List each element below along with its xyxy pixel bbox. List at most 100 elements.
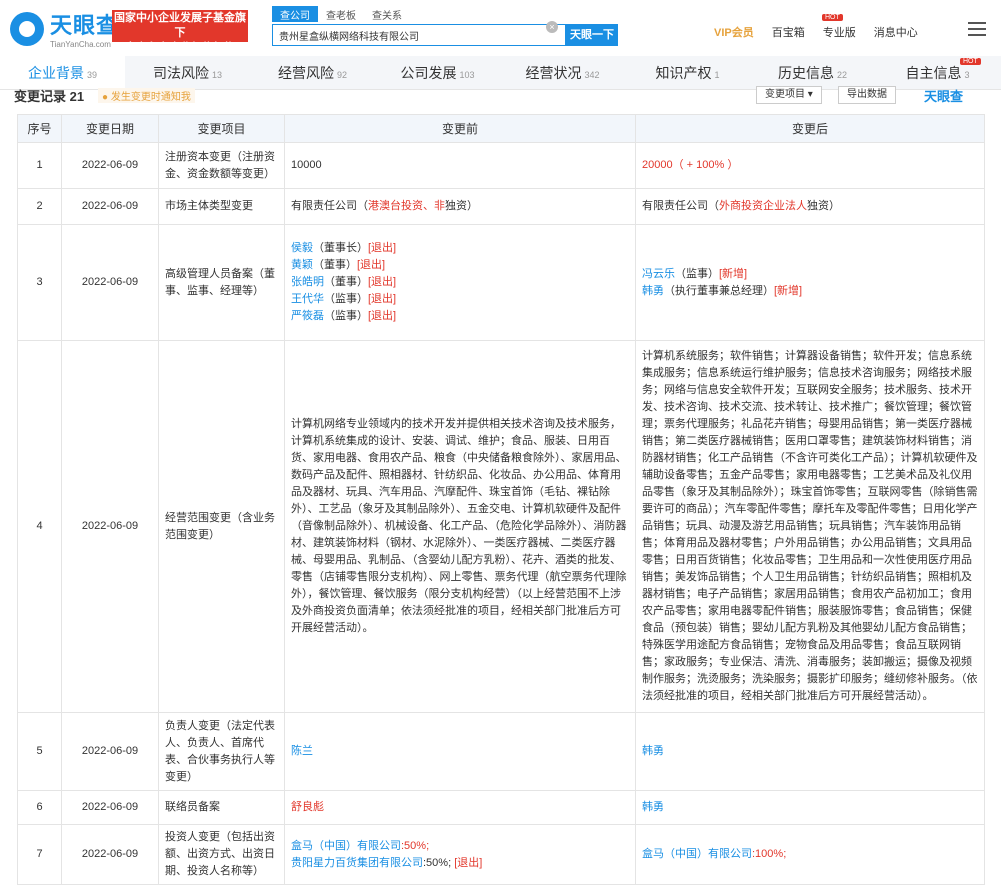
- site-logo[interactable]: 天眼查 TianYanCha.com: [10, 8, 119, 49]
- table-row: 1 2022-06-09 注册资本变更（注册资金、资金数额等变更） 10000 …: [17, 142, 985, 189]
- logo-eye-icon: [10, 11, 44, 46]
- row-item: 负责人变更（法定代表人、负责人、首席代表、合伙事务执行人等变更）: [158, 712, 285, 791]
- row-before: 侯毅（董事长）[退出] 黄颖（董事）[退出] 张皓明（董事）[退出] 王代华（监…: [284, 224, 636, 341]
- tab-operating-risk[interactable]: 经营风险 92: [250, 56, 375, 89]
- person-link[interactable]: 韩勇: [642, 745, 664, 757]
- row-after: 韩勇: [635, 790, 985, 825]
- row-no: 5: [17, 712, 62, 791]
- export-button[interactable]: 导出数据: [838, 86, 896, 104]
- row-date: 2022-06-09: [61, 224, 159, 341]
- top-right-links: VIP会员 百宝箱 专业版 消息中心: [714, 24, 936, 40]
- table-row: 6 2022-06-09 联络员备案 舒良彪 韩勇: [17, 790, 985, 825]
- badge-line-2: 官方备案企业征信机构: [125, 42, 235, 54]
- row-no: 4: [17, 340, 62, 713]
- company-link[interactable]: 盒马（中国）有限公司: [291, 840, 401, 852]
- row-before: 陈兰: [284, 712, 636, 791]
- search-input[interactable]: [272, 24, 566, 46]
- tab-operating-status[interactable]: 经营状况 342: [500, 56, 625, 89]
- row-before: 有限责任公司（港澳台投资、非独资）: [284, 188, 636, 225]
- table-header-row: 序号 变更日期 变更项目 变更前 变更后: [17, 114, 985, 143]
- row-after: 有限责任公司（外商投资企业法人独资）: [635, 188, 985, 225]
- row-item: 注册资本变更（注册资金、资金数额等变更）: [158, 142, 285, 189]
- row-no: 7: [17, 824, 62, 885]
- hot-badge: HOT: [822, 14, 843, 21]
- message-center-link[interactable]: 消息中心: [874, 24, 918, 40]
- tab-judicial-risk[interactable]: 司法风险 13: [125, 56, 250, 89]
- brand-watermark: 天眼查: [924, 89, 964, 104]
- person-link[interactable]: 陈兰: [291, 745, 313, 757]
- category-nav: 企业背景 39 司法风险 13 经营风险 92 公司发展 103 经营状况 342 知识产…: [0, 56, 1001, 90]
- row-no: 2: [17, 188, 62, 225]
- company-link[interactable]: 贵阳星力百货集团有限公司: [291, 857, 423, 869]
- person-link[interactable]: 严筱磊: [291, 310, 324, 322]
- search-tab-company[interactable]: 查公司: [272, 6, 318, 22]
- person-link[interactable]: 王代华: [291, 293, 324, 305]
- notify-toggle[interactable]: ● 发生变更时通知我: [98, 88, 195, 103]
- col-header-no: 序号: [17, 114, 62, 143]
- person-link[interactable]: 冯云乐: [642, 268, 675, 280]
- tab-enterprise-background[interactable]: 企业背景 39: [0, 56, 125, 89]
- row-date: 2022-06-09: [61, 340, 159, 713]
- row-date: 2022-06-09: [61, 790, 159, 825]
- company-link[interactable]: 盒马（中国）有限公司: [642, 848, 752, 860]
- row-before: 计算机网络专业领域内的技术开发并提供相关技术咨询及技术服务，计算机系统集成的设计…: [284, 340, 636, 713]
- section-title: 变更记录 21: [14, 89, 85, 104]
- table-row: 2 2022-06-09 市场主体类型变更 有限责任公司（港澳台投资、非独资） …: [17, 188, 985, 225]
- row-item: 市场主体类型变更: [158, 188, 285, 225]
- person-link[interactable]: 侯毅: [291, 242, 313, 254]
- row-date: 2022-06-09: [61, 824, 159, 885]
- tab-company-development[interactable]: 公司发展 103: [375, 56, 500, 89]
- row-before: 10000: [284, 142, 636, 189]
- row-after: 20000（ + 100% ）: [635, 142, 985, 189]
- nav-hot-badge: HOT: [960, 58, 981, 65]
- tab-self-info[interactable]: 自主信息 3: [875, 56, 1000, 89]
- table-row: 7 2022-06-09 投资人变更（包括出资额、出资方式、出资日期、投资人名称…: [17, 824, 985, 885]
- row-after: 盒马（中国）有限公司:100%;: [635, 824, 985, 885]
- row-after: 计算机系统服务；软件销售；计算器设备销售；软件开发；信息系统集成服务；信息系统运…: [635, 340, 985, 713]
- row-item: 投资人变更（包括出资额、出资方式、出资日期、投资人名称等）: [158, 824, 285, 885]
- row-after: 冯云乐（监事）[新增] 韩勇（执行董事兼总经理）[新增]: [635, 224, 985, 341]
- toolbox-link[interactable]: 百宝箱: [772, 24, 805, 40]
- table-row: 4 2022-06-09 经营范围变更（含业务范围变更） 计算机网络专业领域内的…: [17, 340, 985, 713]
- table-row: 5 2022-06-09 负责人变更（法定代表人、负责人、首席代表、合伙事务执行…: [17, 712, 985, 791]
- col-header-after: 变更后: [635, 114, 985, 143]
- logo-title: 天眼查: [50, 13, 120, 38]
- menu-icon[interactable]: [968, 22, 986, 36]
- row-before: 盒马（中国）有限公司:50%; 贵阳星力百货集团有限公司:50%; [退出]: [284, 824, 636, 885]
- pro-link[interactable]: 专业版: [823, 24, 856, 40]
- top-header: 天眼查 TianYanCha.com 国家中小企业发展子基金旗下 官方备案企业征…: [0, 0, 1001, 56]
- person-link[interactable]: 黄颖: [291, 259, 313, 271]
- section-header: 变更记录 21 ● 发生变更时通知我 变更项目 ▾ 导出数据 天眼查: [0, 86, 1001, 108]
- row-before: 舒良彪: [284, 790, 636, 825]
- search-tab-boss[interactable]: 查老板: [318, 6, 364, 22]
- row-no: 3: [17, 224, 62, 341]
- row-date: 2022-06-09: [61, 712, 159, 791]
- person-link[interactable]: 韩勇: [642, 285, 664, 297]
- search-area: 查公司 查老板 查关系 天眼一下: [272, 6, 618, 46]
- person-link[interactable]: 韩勇: [642, 801, 664, 813]
- change-record-table: 序号 变更日期 变更项目 变更前 变更后 1 2022-06-09 注册资本变更…: [17, 114, 985, 885]
- row-item: 联络员备案: [158, 790, 285, 825]
- row-date: 2022-06-09: [61, 188, 159, 225]
- official-badge[interactable]: 国家中小企业发展子基金旗下 官方备案企业征信机构: [112, 10, 248, 54]
- row-item: 经营范围变更（含业务范围变更）: [158, 340, 285, 713]
- table-row: 3 2022-06-09 高级管理人员备案（董事、监事、经理等） 侯毅（董事长）…: [17, 224, 985, 341]
- tab-history[interactable]: 历史信息 22: [750, 56, 875, 89]
- search-button[interactable]: 天眼一下: [566, 24, 618, 46]
- col-header-before: 变更前: [284, 114, 636, 143]
- person-link[interactable]: 张皓明: [291, 276, 324, 288]
- row-no: 1: [17, 142, 62, 189]
- search-tab-relation[interactable]: 查关系: [364, 6, 410, 22]
- row-after: 韩勇: [635, 712, 985, 791]
- tab-intellectual-property[interactable]: 知识产权 1: [625, 56, 750, 89]
- col-header-date: 变更日期: [61, 114, 159, 143]
- row-item: 高级管理人员备案（董事、监事、经理等）: [158, 224, 285, 341]
- row-date: 2022-06-09: [61, 142, 159, 189]
- badge-line-1: 国家中小企业发展子基金旗下: [114, 12, 246, 39]
- change-item-filter[interactable]: 变更项目 ▾: [756, 86, 822, 104]
- row-no: 6: [17, 790, 62, 825]
- clear-icon[interactable]: ×: [546, 21, 558, 33]
- vip-link[interactable]: VIP会员: [714, 24, 754, 40]
- col-header-item: 变更项目: [158, 114, 285, 143]
- logo-subtitle: TianYanCha.com: [50, 40, 111, 49]
